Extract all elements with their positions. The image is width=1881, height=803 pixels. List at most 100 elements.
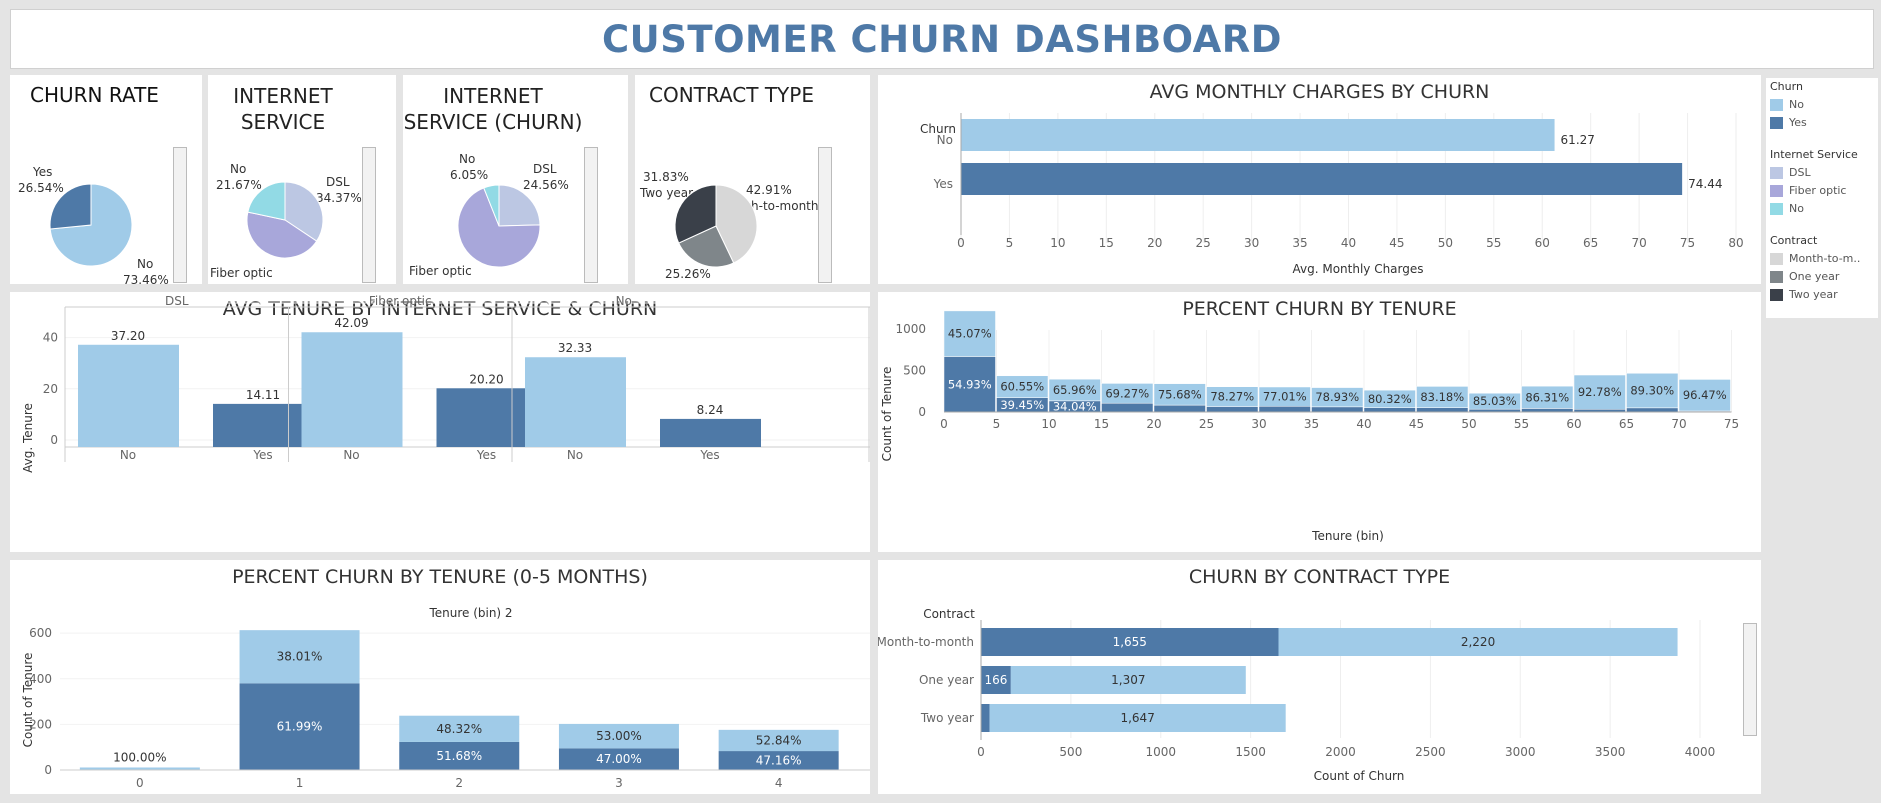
x-tick-label: 10 — [1041, 417, 1056, 431]
legend-item-two-year[interactable]: Two year — [1770, 288, 1838, 301]
pie-pct-one-year: 25.26% — [665, 267, 711, 281]
column-header: Tenure (bin) 2 — [428, 606, 512, 620]
y-tick-label: 500 — [903, 363, 926, 377]
internet-service-panel: INTERNET SERVICE No 21.67% DSL 34.37% Fi… — [208, 75, 396, 284]
row-label-month-to-month: Month-to-month — [878, 635, 974, 649]
no-value-label: 1,307 — [1111, 673, 1145, 687]
legend-item-yes[interactable]: Yes — [1770, 116, 1807, 129]
x-tick-label: 4000 — [1685, 745, 1716, 759]
swatch — [1770, 270, 1783, 283]
x-tick-label: 2500 — [1415, 745, 1446, 759]
group-label-fiber-optic: Fiber optic — [369, 294, 432, 308]
pie-label-no: No — [459, 152, 475, 166]
pct-tenure-panel: PERCENT CHURN BY TENURE Count of Tenure … — [878, 292, 1761, 552]
x-tick-label: 2000 — [1325, 745, 1356, 759]
x-tick-label: 0 — [940, 417, 948, 431]
x-tick-label: 50 — [1438, 236, 1453, 250]
y-tick-label: 0 — [50, 433, 58, 447]
scrollbar[interactable] — [584, 147, 598, 283]
bar-yes — [213, 403, 314, 447]
legend-item-nosvc[interactable]: No — [1770, 202, 1804, 215]
x-tick-label: 20 — [1146, 417, 1161, 431]
pct-no-label: 100.00% — [113, 750, 166, 764]
pct-no-label: 86.31% — [1525, 390, 1569, 404]
pie-pct-no: 21.67% — [216, 178, 262, 192]
bar-yes — [1153, 404, 1206, 413]
legend-title-internet: Internet Service — [1770, 148, 1858, 161]
bar-yes — [1206, 406, 1259, 413]
contract-churn-chart: Contract Count of Churn 0 500 1000 1500 2000… — [878, 607, 1716, 783]
x-tick-label: 500 — [1059, 745, 1082, 759]
pie-label-dsl: DSL — [533, 162, 557, 176]
bar-value-label: 37.20 — [111, 329, 145, 343]
y-tick-label: 0 — [44, 763, 52, 777]
scrollbar[interactable] — [1743, 623, 1757, 736]
swatch — [1770, 202, 1783, 215]
x-tick-label: 45 — [1389, 236, 1404, 250]
pie-pct-no: 6.05% — [450, 168, 488, 182]
x-tick-label: 1 — [296, 776, 304, 790]
avg-tenure-panel: AVG TENURE BY INTERNET SERVICE & CHURN A… — [10, 292, 870, 552]
pct-no-label: 96.47% — [1683, 388, 1727, 402]
legend-title-churn: Churn — [1770, 80, 1803, 93]
x-tick-label: 55 — [1514, 417, 1529, 431]
pct-no-label: 45.07% — [948, 327, 992, 341]
bar-yes — [961, 163, 1683, 195]
x-tick-label: 20 — [1147, 236, 1162, 250]
bar-value-label: 14.11 — [246, 388, 280, 402]
no-value-label: 1,647 — [1120, 711, 1154, 725]
bar-yes — [981, 704, 990, 732]
pct-no-label: 65.96% — [1053, 383, 1097, 397]
scrollbar[interactable] — [818, 147, 832, 283]
legend-item-one-year[interactable]: One year — [1770, 270, 1839, 283]
avg-monthly-panel: AVG MONTHLY CHARGES BY CHURN Churn Avg. … — [878, 75, 1761, 284]
row-label-two-year: Two year — [920, 711, 974, 725]
bar-value-label: 61.27 — [1561, 133, 1595, 147]
x-tick-label: 75 — [1680, 236, 1695, 250]
swatch — [1770, 166, 1783, 179]
contract-type-pie: 31.83% Two year 42.91% Month-to-month 25… — [639, 170, 819, 281]
x-tick-label: No — [120, 448, 136, 462]
scrollbar[interactable] — [173, 147, 187, 283]
legend-label: No — [1789, 98, 1804, 111]
legend-item-no[interactable]: No — [1770, 98, 1804, 111]
yes-value-label: 1,655 — [1113, 635, 1147, 649]
x-tick-label: 60 — [1535, 236, 1550, 250]
x-tick-label: 4 — [775, 776, 783, 790]
pct-no-label: 77.01% — [1263, 390, 1307, 404]
x-tick-label: 1000 — [1145, 745, 1176, 759]
scrollbar[interactable] — [362, 147, 376, 283]
x-axis-title: Tenure (bin) — [1311, 529, 1384, 543]
x-tick-label: 35 — [1292, 236, 1307, 250]
pct-no-label: 80.32% — [1368, 392, 1412, 406]
churn-rate-panel: CHURN RATE Yes 26.54% No 73.46% — [10, 75, 202, 284]
y-tick-label: 400 — [29, 672, 52, 686]
y-tick-label: 20 — [43, 382, 58, 396]
x-tick-label: 65 — [1619, 417, 1634, 431]
pct-no-label: 85.03% — [1473, 394, 1517, 408]
x-tick-label: 50 — [1461, 417, 1476, 431]
x-tick-label: 1500 — [1235, 745, 1266, 759]
x-tick-label: 15 — [1099, 236, 1114, 250]
pct-no-label: 83.18% — [1420, 390, 1464, 404]
pie-label-fiber: Fiber optic — [210, 266, 273, 280]
bar-yes — [1626, 407, 1679, 413]
x-tick-label: 3 — [615, 776, 623, 790]
pct-tenure-05-chart: Tenure (bin) 2 Count of Tenure 0 200 400 60… — [21, 606, 870, 790]
pct-tenure-chart: Count of Tenure Tenure (bin) 0 5 10 15 20 25 3… — [880, 310, 1739, 543]
contract-churn-panel: CHURN BY CONTRACT TYPE Contract Count of… — [878, 560, 1761, 794]
row-label-one-year: One year — [919, 673, 974, 687]
y-axis-title: Count of Tenure — [880, 367, 894, 462]
pct-no-label: 78.27% — [1210, 390, 1254, 404]
pie-pct-dsl: 34.37% — [316, 191, 362, 205]
x-tick-label: 75 — [1724, 417, 1739, 431]
legend-item-dsl[interactable]: DSL — [1770, 166, 1811, 179]
contract-type-panel: CONTRACT TYPE 31.83% Two year 42.91% Mon… — [635, 75, 870, 284]
legend-item-m2m[interactable]: Month-to-m.. — [1770, 252, 1860, 265]
pie-label-two-year: Two year — [639, 186, 693, 200]
bar-yes — [1311, 406, 1364, 413]
legend-item-fiber[interactable]: Fiber optic — [1770, 184, 1846, 197]
legend-label: Fiber optic — [1789, 184, 1847, 197]
pie-pct-yes: 26.54% — [18, 181, 64, 195]
dashboard-title-bar: CUSTOMER CHURN DASHBOARD — [10, 9, 1874, 69]
